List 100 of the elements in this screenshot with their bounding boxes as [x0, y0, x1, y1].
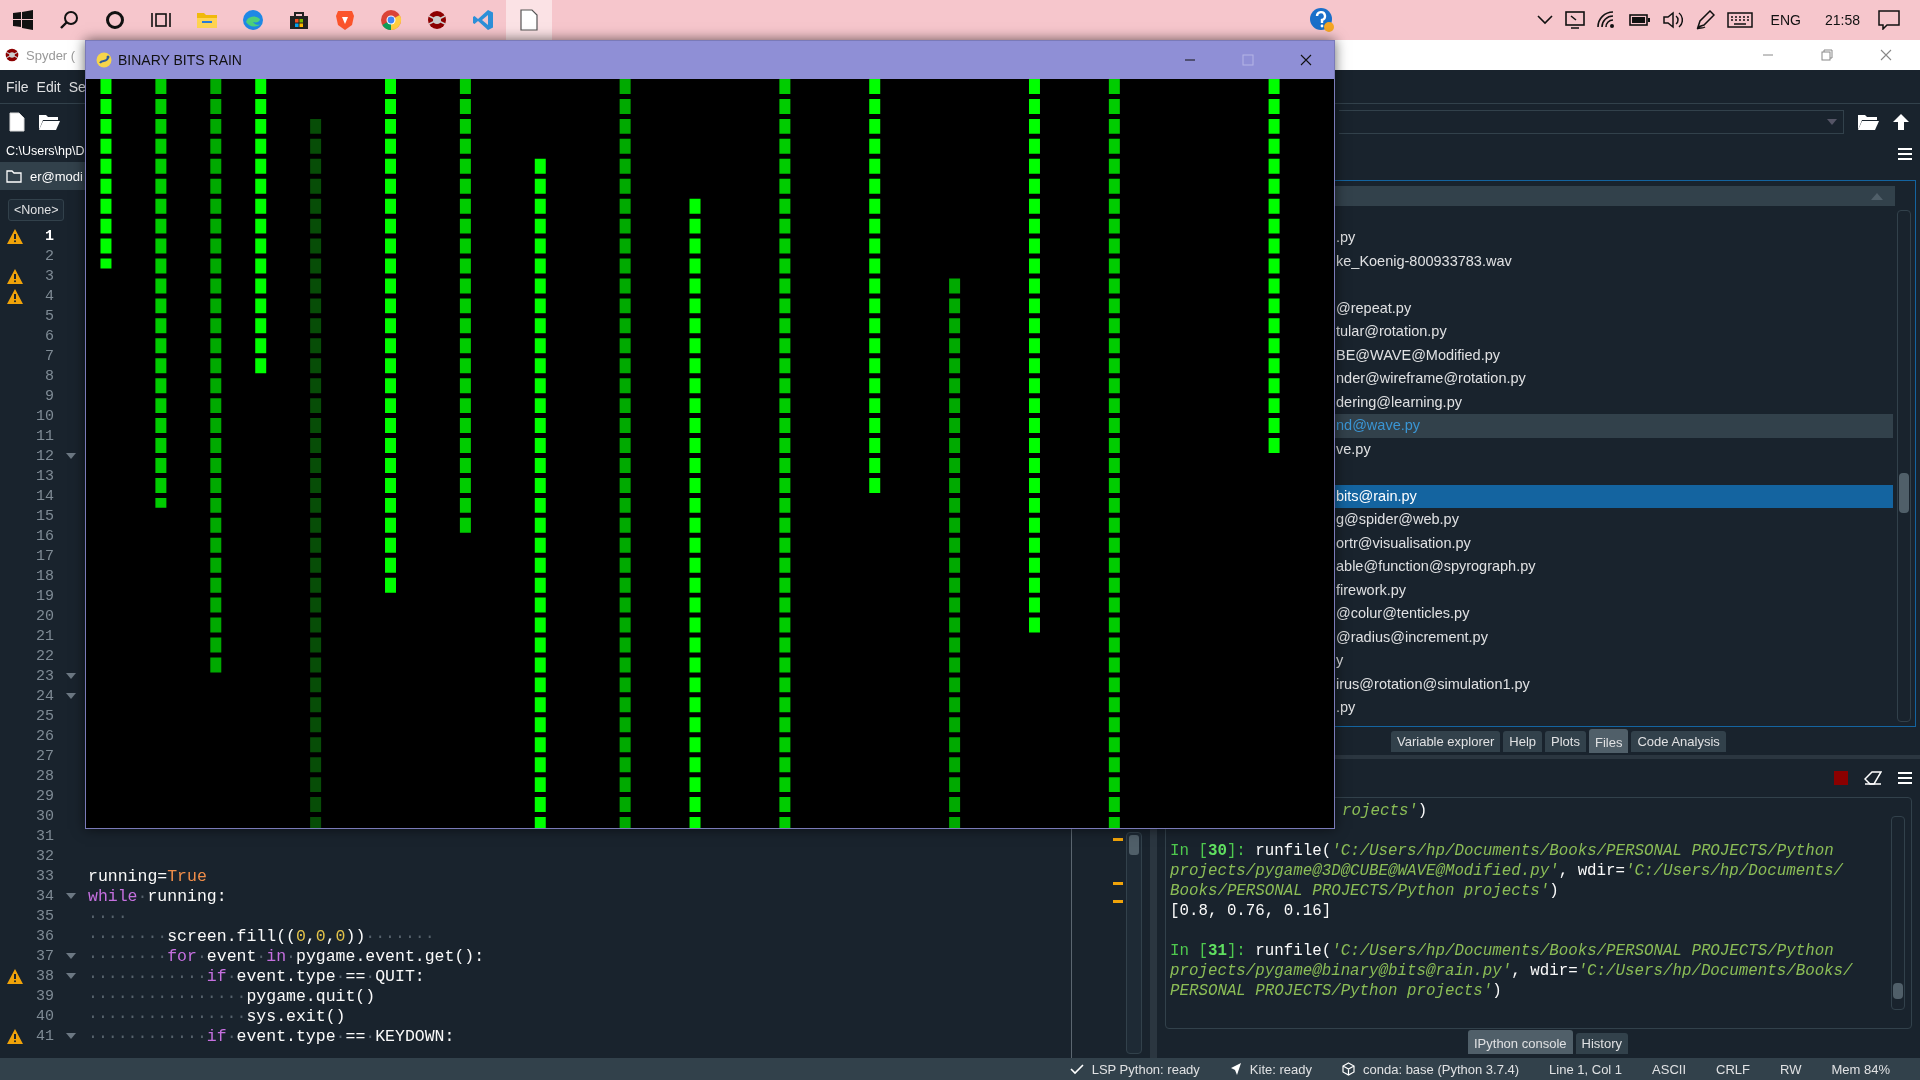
tree-item[interactable]: y: [1335, 649, 1893, 673]
code-line: ····: [88, 906, 128, 926]
notification-icon[interactable]: [1878, 10, 1900, 30]
folder-icon[interactable]: [6, 169, 22, 183]
pane-tab[interactable]: History: [1575, 1033, 1628, 1054]
status-text: Mem 84%: [1831, 1061, 1890, 1077]
pane-tab[interactable]: Variable explorer: [1391, 730, 1501, 752]
eraser-icon[interactable]: [1864, 771, 1882, 785]
tree-item[interactable]: firework.py: [1335, 578, 1893, 602]
line-number: 28: [35, 767, 54, 785]
scrollbar[interactable]: [1126, 832, 1142, 1054]
tree-item[interactable]: able@function@spyrograph.py: [1335, 555, 1893, 579]
code-editor-icon[interactable]: [472, 9, 494, 31]
spider-icon[interactable]: [427, 10, 447, 30]
line-number: 2: [44, 247, 54, 265]
pane-tab[interactable]: Files: [1588, 729, 1629, 753]
scrollbar[interactable]: [1891, 816, 1905, 1010]
pen-icon[interactable]: [1694, 10, 1715, 30]
wifi-icon[interactable]: [1596, 11, 1617, 29]
restore-icon[interactable]: [1821, 49, 1833, 61]
console-line: In [30]: runfile('C:/Users/hp/Documents/Books/PERSONAL PROJECTS/Python: [1170, 841, 1835, 861]
pane-tab[interactable]: IPython console: [1468, 1030, 1573, 1054]
fold-arrow-icon[interactable]: [66, 673, 76, 679]
kite-icon: [1229, 1062, 1242, 1076]
menu-icon[interactable]: [1898, 148, 1912, 160]
menu-item[interactable]: Se: [68, 78, 86, 95]
scroll-thumb[interactable]: [1899, 473, 1909, 513]
line-number: 5: [44, 307, 54, 325]
document-icon[interactable]: [520, 9, 538, 31]
scrollbar[interactable]: [1897, 210, 1911, 722]
status-text: Line 1, Col 1: [1549, 1061, 1623, 1077]
editor-tab[interactable]: er@modi: [30, 168, 83, 184]
tree-item[interactable]: ve.py: [1335, 437, 1893, 461]
status-text: Kite: ready: [1249, 1061, 1312, 1077]
spider-icon: [5, 48, 19, 62]
check-icon: [1069, 1063, 1084, 1075]
new-file-icon[interactable]: [8, 112, 26, 132]
chrome-icon[interactable]: [380, 9, 402, 31]
fold-arrow-icon[interactable]: [66, 1033, 76, 1039]
close-icon[interactable]: [1300, 54, 1312, 66]
code-line: ················sys.exit(): [88, 1006, 346, 1026]
pane-tab[interactable]: Code Analysis: [1631, 730, 1726, 752]
tree-item[interactable]: .py: [1335, 226, 1893, 250]
tree-item[interactable]: tular@rotation.py: [1335, 320, 1893, 344]
fold-arrow-icon[interactable]: [66, 893, 76, 899]
keyboard-icon[interactable]: [1726, 12, 1753, 28]
window-title: Spyder (: [26, 47, 76, 63]
line-number: 37: [35, 947, 54, 965]
window-title: BINARY BITS RAIN: [118, 52, 242, 68]
tree-item[interactable]: @colur@tenticles.py: [1335, 602, 1893, 626]
task-view-icon[interactable]: [151, 10, 171, 30]
fold-arrow-icon[interactable]: [66, 453, 76, 459]
circle-icon[interactable]: [105, 10, 125, 30]
line-number: 33: [35, 867, 54, 885]
menu-icon[interactable]: [1898, 772, 1912, 784]
pane-tab[interactable]: Plots: [1545, 730, 1586, 752]
clock[interactable]: 21:58: [1824, 12, 1860, 28]
tree-item[interactable]: .py: [1335, 696, 1893, 720]
line-number: 1: [44, 227, 54, 245]
scroll-thumb[interactable]: [1129, 835, 1139, 855]
pane-tab[interactable]: Help: [1503, 730, 1543, 752]
windows-logo-icon[interactable]: [13, 10, 33, 30]
monitor-icon[interactable]: [1564, 11, 1585, 29]
language-indicator[interactable]: ENG: [1770, 12, 1801, 28]
tree-item[interactable]: dering@learning.py: [1335, 390, 1893, 414]
tree-item[interactable]: @repeat.py: [1335, 296, 1893, 320]
tree-item[interactable]: BE@WAVE@Modified.py: [1335, 343, 1893, 367]
tree-item[interactable]: g@spider@web.py: [1335, 508, 1893, 532]
line-number: 10: [35, 407, 54, 425]
speaker-icon[interactable]: [1662, 11, 1683, 29]
fold-arrow-icon[interactable]: [66, 693, 76, 699]
line-number: 19: [35, 587, 54, 605]
console-line: Books/PERSONAL PROJECTS/Python projects'): [1170, 881, 1560, 901]
folder-icon[interactable]: [1856, 113, 1880, 131]
console-line: In [31]: runfile('C:/Users/hp/Documents/Books/PERSONAL PROJECTS/Python: [1170, 941, 1835, 961]
tree-item[interactable]: nder@wireframe@rotation.py: [1335, 367, 1893, 391]
menu-item[interactable]: File: [6, 78, 29, 95]
fold-arrow-icon[interactable]: [66, 953, 76, 959]
line-number: 31: [35, 827, 54, 845]
tree-item[interactable]: ke_Koenig-800933783.wav: [1335, 249, 1893, 273]
help-icon[interactable]: [1308, 7, 1335, 33]
menu-item[interactable]: Edit: [36, 78, 61, 95]
tree-item[interactable]: @radius@increment.py: [1335, 625, 1893, 649]
line-number: 26: [35, 727, 54, 745]
tree-item[interactable]: irus@rotation@simulation1.py: [1335, 672, 1893, 696]
working-directory[interactable]: C:\Users\hp\D: [6, 144, 85, 158]
tree-item[interactable]: ortr@visualisation.py: [1335, 531, 1893, 555]
tree-item[interactable]: bits@rain.py: [1335, 484, 1893, 508]
chevron-up-icon[interactable]: [1536, 15, 1553, 25]
close-icon[interactable]: [1880, 49, 1892, 61]
shopping-bag-icon[interactable]: [289, 10, 309, 30]
battery-icon[interactable]: [1628, 13, 1651, 27]
folder-icon[interactable]: [38, 113, 60, 131]
fold-arrow-icon[interactable]: [66, 973, 76, 979]
search-icon[interactable]: [59, 10, 79, 30]
edge-icon[interactable]: [242, 9, 264, 31]
up-arrow-icon[interactable]: [1892, 113, 1910, 131]
caret-icon: [1827, 119, 1837, 125]
scroll-thumb[interactable]: [1893, 983, 1903, 999]
outline-combo[interactable]: <None>: [8, 199, 65, 221]
